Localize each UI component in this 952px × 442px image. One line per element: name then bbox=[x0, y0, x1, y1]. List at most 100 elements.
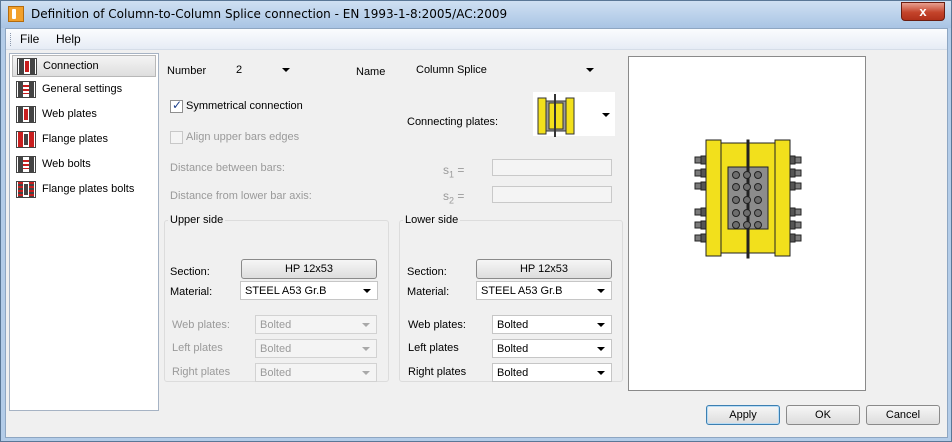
dialog-window: Definition of Column-to-Column Splice co… bbox=[0, 0, 952, 442]
symmetrical-checkbox[interactable] bbox=[170, 98, 183, 113]
name-value: Column Splice bbox=[416, 64, 487, 76]
align-edges-checkbox[interactable] bbox=[170, 131, 183, 144]
dialog-client: File Help Connection General settings We… bbox=[5, 28, 948, 438]
menu-help[interactable]: Help bbox=[52, 32, 85, 46]
ok-button[interactable]: OK bbox=[786, 405, 860, 425]
app-icon bbox=[8, 6, 24, 22]
apply-button[interactable]: Apply bbox=[706, 405, 780, 425]
web-bolt bbox=[732, 221, 740, 229]
distance-axis-label: Distance from lower bar axis: bbox=[170, 190, 312, 202]
lower-web-plates-label: Web plates: bbox=[408, 319, 466, 331]
s1-equals: = bbox=[457, 163, 465, 177]
flange-plates-icon bbox=[16, 131, 36, 148]
upper-web-plates-label: Web plates: bbox=[172, 319, 230, 331]
upper-web-plates-select[interactable]: Bolted bbox=[255, 315, 377, 334]
chevron-down-icon bbox=[362, 347, 370, 351]
s2-subscript: 2 bbox=[449, 195, 455, 206]
upper-material-select[interactable]: STEEL A53 Gr.B bbox=[240, 281, 378, 300]
connecting-plates-select[interactable] bbox=[533, 92, 615, 138]
chevron-down-icon bbox=[363, 289, 371, 293]
sidebar-item-flange-plates-bolts[interactable]: Flange plates bolts bbox=[12, 179, 156, 201]
web-bolts-icon bbox=[16, 156, 36, 173]
web-bolt bbox=[754, 171, 762, 179]
number-select[interactable]: 2 bbox=[231, 60, 297, 79]
s1-symbol: s1 = bbox=[443, 163, 464, 179]
flange-bolt-head-left bbox=[700, 207, 707, 217]
lower-web-plates-select[interactable]: Bolted bbox=[492, 315, 612, 334]
sidebar-item-general-settings[interactable]: General settings bbox=[12, 79, 156, 101]
web-bolt bbox=[754, 221, 762, 229]
sidebar-item-label: Web bolts bbox=[42, 158, 91, 170]
flange-bolt-head-left bbox=[700, 220, 707, 230]
sidebar-item-label: Connection bbox=[43, 60, 99, 72]
name-select[interactable]: Column Splice bbox=[411, 60, 601, 79]
distance-axis-input[interactable] bbox=[492, 186, 612, 203]
lower-material-value: STEEL A53 Gr.B bbox=[481, 285, 563, 297]
upper-left-plates-select[interactable]: Bolted bbox=[255, 339, 377, 358]
web-bolt bbox=[743, 221, 751, 229]
lower-section-button[interactable]: HP 12x53 bbox=[476, 259, 612, 279]
splice-drawing bbox=[694, 139, 802, 259]
sidebar-item-connection[interactable]: Connection bbox=[12, 55, 156, 77]
lower-material-label: Material: bbox=[407, 286, 450, 298]
s1-subscript: 1 bbox=[449, 169, 455, 180]
chevron-down-icon bbox=[597, 347, 605, 351]
lower-web-plates-value: Bolted bbox=[497, 319, 529, 331]
sidebar-item-web-plates[interactable]: Web plates bbox=[12, 104, 156, 126]
lower-right-plates-value: Bolted bbox=[497, 367, 529, 379]
upper-right-plates-value: Bolted bbox=[260, 367, 292, 379]
s2-equals: = bbox=[457, 189, 465, 203]
flange-plates-bolts-icon bbox=[16, 181, 36, 198]
distance-between-input[interactable] bbox=[492, 159, 612, 176]
upper-side-title: Upper side bbox=[168, 214, 226, 226]
menu-grip bbox=[10, 33, 12, 46]
chevron-down-icon bbox=[597, 289, 605, 293]
chevron-down-icon bbox=[282, 68, 290, 72]
flange-bolt-head-right bbox=[789, 168, 796, 178]
chevron-down-icon bbox=[362, 371, 370, 375]
window-title: Definition of Column-to-Column Splice co… bbox=[31, 7, 508, 21]
upper-right-plates-select[interactable]: Bolted bbox=[255, 363, 377, 382]
lower-left-plates-value: Bolted bbox=[497, 343, 529, 355]
align-edges-label: Align upper bars edges bbox=[186, 131, 300, 143]
chevron-down-icon bbox=[602, 113, 610, 117]
lower-right-plates-select[interactable]: Bolted bbox=[492, 363, 612, 382]
web-bolt bbox=[743, 183, 751, 191]
flange-bolt-head-right bbox=[789, 220, 796, 230]
flange-bolt-head-left bbox=[700, 168, 707, 178]
upper-section-button[interactable]: HP 12x53 bbox=[241, 259, 377, 279]
web-bolt bbox=[754, 183, 762, 191]
flange-bolt-head-left bbox=[700, 181, 707, 191]
name-label: Name bbox=[356, 66, 386, 78]
menu-file[interactable]: File bbox=[16, 32, 43, 46]
sidebar-item-flange-plates[interactable]: Flange plates bbox=[12, 129, 156, 151]
left-flange-plate bbox=[705, 139, 722, 257]
lower-left-plates-label: Left plates bbox=[408, 342, 459, 354]
chevron-down-icon bbox=[362, 323, 370, 327]
web-bolt bbox=[743, 209, 751, 217]
title-bar[interactable]: Definition of Column-to-Column Splice co… bbox=[1, 1, 951, 28]
number-label: Number bbox=[167, 65, 207, 77]
flange-bolt-head-right bbox=[789, 233, 796, 243]
web-bolt bbox=[754, 196, 762, 204]
lower-right-plates-label: Right plates bbox=[408, 366, 467, 378]
upper-left-plates-value: Bolted bbox=[260, 343, 292, 355]
lower-material-select[interactable]: STEEL A53 Gr.B bbox=[476, 281, 612, 300]
lower-section-label: Section: bbox=[407, 266, 447, 278]
distance-between-label: Distance between bars: bbox=[170, 162, 285, 174]
web-plates-icon bbox=[16, 106, 36, 123]
web-bolt bbox=[754, 209, 762, 217]
sidebar-item-web-bolts[interactable]: Web bolts bbox=[12, 154, 156, 176]
close-button[interactable]: x bbox=[901, 2, 945, 21]
flange-bolt-head-left bbox=[700, 155, 707, 165]
upper-material-value: STEEL A53 Gr.B bbox=[245, 285, 327, 297]
sidebar-item-label: Web plates bbox=[42, 108, 97, 120]
lower-left-plates-select[interactable]: Bolted bbox=[492, 339, 612, 358]
number-value: 2 bbox=[236, 64, 243, 76]
chevron-down-icon bbox=[586, 68, 594, 72]
sidebar-item-label: Flange plates bbox=[42, 133, 109, 145]
web-bolt bbox=[732, 183, 740, 191]
cancel-button[interactable]: Cancel bbox=[866, 405, 940, 425]
menu-bar: File Help bbox=[6, 29, 947, 50]
web-bolt bbox=[732, 171, 740, 179]
